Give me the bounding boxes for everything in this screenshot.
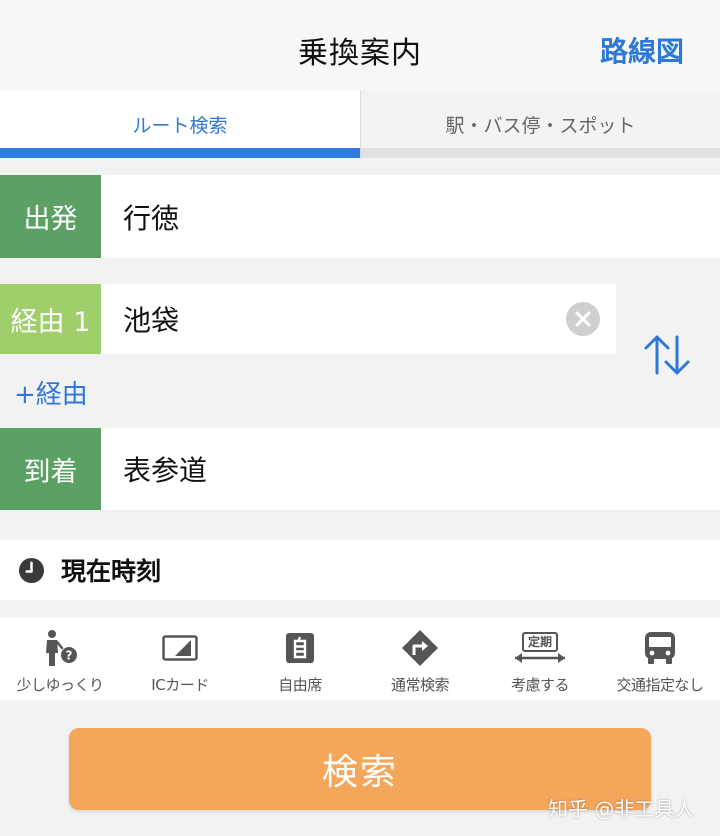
tab-route-search[interactable]: ルート検索 — [0, 90, 360, 158]
swap-arrows-icon — [644, 335, 690, 375]
commuter-pass-badge: 定期 — [521, 632, 558, 652]
departure-label: 出発 — [0, 175, 101, 258]
close-icon — [575, 311, 591, 327]
arrival-station[interactable]: 表参道 — [101, 449, 720, 489]
walking-person-icon: ? — [46, 630, 77, 666]
bus-icon — [645, 632, 675, 664]
search-mode-tabs: ルート検索 駅・バス停・スポット — [0, 90, 720, 158]
swap-stations-button[interactable] — [640, 333, 694, 377]
option-transport-type-label: 交通指定なし — [616, 676, 704, 694]
option-commuter-pass-label: 考慮する — [510, 676, 570, 694]
option-seat-type[interactable]: 自由席 — [240, 617, 360, 700]
via-row[interactable]: 経由 1 池袋 — [0, 284, 616, 354]
option-fare-type-label: ICカード — [151, 676, 209, 694]
time-label: 現在時刻 — [61, 557, 162, 586]
option-commuter-pass[interactable]: 定期 考慮する — [480, 617, 600, 700]
departure-station[interactable]: 行徳 — [101, 197, 720, 237]
clear-via-button[interactable] — [566, 302, 600, 336]
via-label: 経由 1 — [0, 284, 101, 354]
clock-icon — [18, 557, 45, 583]
watermark: 知乎 @非工具人 — [548, 797, 695, 821]
option-walking-speed-label: 少しゆっくり — [16, 676, 104, 694]
route-map-link[interactable]: 路線図 — [600, 30, 684, 70]
option-seat-type-label: 自由席 — [278, 676, 322, 694]
add-via-button[interactable]: +経由 — [14, 374, 88, 411]
ic-card-icon — [162, 635, 198, 661]
departure-row[interactable]: 出発 行徳 — [0, 175, 720, 258]
double-arrow-icon — [515, 653, 565, 663]
option-search-mode[interactable]: 通常検索 — [360, 617, 480, 700]
via-station[interactable]: 池袋 — [101, 299, 616, 339]
arrival-label: 到着 — [0, 428, 101, 510]
app-header: 乗換案内 路線図 — [0, 0, 720, 90]
option-fare-type[interactable]: ICカード — [120, 617, 240, 700]
arrival-row[interactable]: 到着 表参道 — [0, 428, 720, 510]
tab-station-spot[interactable]: 駅・バス停・スポット — [360, 90, 720, 158]
time-selector[interactable]: 現在時刻 — [0, 540, 720, 600]
option-transport-type[interactable]: 交通指定なし — [600, 617, 720, 700]
option-search-mode-label: 通常検索 — [390, 676, 450, 694]
search-options-bar: ? 少しゆっくり ICカード 自由席 通常検索 定期 考慮する 交通指定なし — [0, 617, 720, 700]
free-seat-icon — [286, 633, 314, 663]
turn-right-sign-icon — [402, 630, 438, 666]
option-walking-speed[interactable]: ? 少しゆっくり — [0, 617, 120, 700]
svg-text:?: ? — [66, 649, 73, 663]
